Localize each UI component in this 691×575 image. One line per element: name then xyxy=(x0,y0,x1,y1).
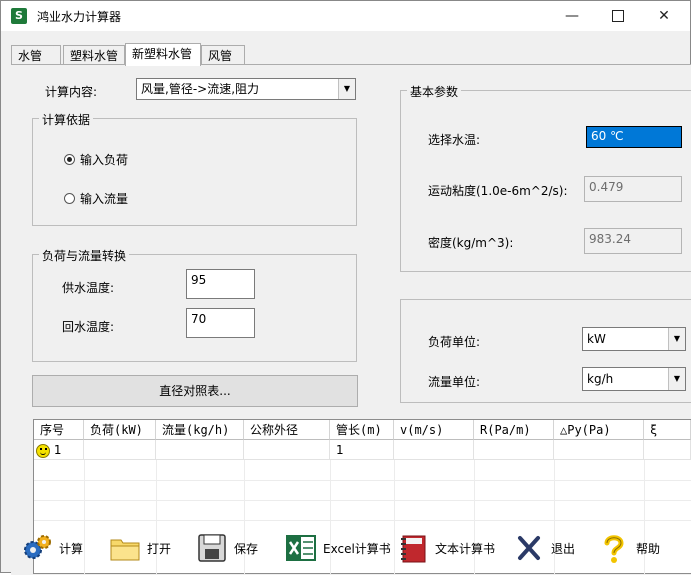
tab-new-plastic-pipe[interactable]: 新塑料水管 xyxy=(125,43,201,66)
exit-x-icon xyxy=(513,532,545,564)
chevron-down-icon[interactable]: ▼ xyxy=(668,368,685,390)
calc-button[interactable]: 计算 xyxy=(21,526,83,570)
save-button[interactable]: 保存 xyxy=(196,526,258,570)
col-header-resistance[interactable]: R(Pa/m) xyxy=(474,420,554,440)
smiley-icon xyxy=(36,443,50,458)
water-temp-label: 选择水温: xyxy=(428,133,481,147)
excel-report-button-label: Excel计算书 xyxy=(323,541,391,556)
title-bar: S 鸿业水力计算器 — ✕ xyxy=(1,1,690,31)
viscosity-label: 运动粘度(1.0e-6m^2/s): xyxy=(428,184,568,198)
flow-unit-value: kg/h xyxy=(587,372,614,386)
maximize-button[interactable] xyxy=(595,1,641,31)
save-button-label: 保存 xyxy=(234,541,259,556)
col-header-flow[interactable]: 流量(kg/h) xyxy=(156,420,244,440)
calc-content-label: 计算内容: xyxy=(45,85,98,99)
row-pressure-drop-cell[interactable] xyxy=(554,440,644,460)
open-button-label: 打开 xyxy=(147,541,172,556)
tab-air-duct[interactable]: 风管 xyxy=(201,45,245,65)
text-report-button[interactable]: 文本计算书 xyxy=(397,526,495,570)
close-button[interactable]: ✕ xyxy=(641,1,687,31)
excel-report-button[interactable]: Excel计算书 xyxy=(285,526,391,570)
notebook-icon xyxy=(397,532,429,564)
grid-line xyxy=(34,480,691,481)
return-temp-input[interactable]: 70 xyxy=(186,308,255,338)
minimize-icon: — xyxy=(565,8,579,24)
folder-icon xyxy=(109,532,141,564)
conversion-group-title: 负荷与流量转换 xyxy=(39,247,130,264)
radio-input-load[interactable] xyxy=(64,154,75,165)
app-window: S 鸿业水力计算器 — ✕ 水管 塑料水管 新塑料水管 风管 计算内容: 风量,… xyxy=(0,0,691,575)
units-group: 负荷单位: kW ▼ 流量单位: kg/h ▼ xyxy=(400,299,691,403)
radio-input-load-label[interactable]: 输入负荷 xyxy=(80,151,128,168)
bottom-toolbar: 计算 打开 保存 Excel计算书 文本计算书 退出 帮助 xyxy=(1,526,691,574)
help-question-icon xyxy=(598,532,630,564)
row-resistance-cell[interactable] xyxy=(474,440,554,460)
row-xi-cell[interactable] xyxy=(644,440,691,460)
col-header-pressure-drop[interactable]: △Py(Pa) xyxy=(554,420,644,440)
conversion-group: 负荷与流量转换 供水温度: 95 回水温度: 70 xyxy=(32,247,357,362)
water-temp-select[interactable]: 60 ℃ xyxy=(586,126,682,148)
flow-unit-select[interactable]: kg/h ▼ xyxy=(582,367,686,391)
excel-icon xyxy=(285,532,317,564)
flow-unit-label: 流量单位: xyxy=(428,375,481,389)
params-group: 基本参数 选择水温: 60 ℃ 运动粘度(1.0e-6m^2/s): 0.479… xyxy=(400,83,691,272)
tab-plastic-pipe[interactable]: 塑料水管 xyxy=(63,45,125,65)
app-icon: S xyxy=(11,8,27,24)
close-icon: ✕ xyxy=(658,8,670,24)
col-header-no[interactable]: 序号 xyxy=(34,420,84,440)
minimize-button[interactable]: — xyxy=(549,1,595,31)
open-button[interactable]: 打开 xyxy=(109,526,171,570)
gears-icon xyxy=(21,532,53,564)
calc-content-select[interactable]: 风量,管径->流速,阻力 ▼ xyxy=(136,78,356,100)
basis-group-title: 计算依据 xyxy=(39,111,94,128)
col-header-length[interactable]: 管长(m) xyxy=(330,420,394,440)
density-label: 密度(kg/m^3): xyxy=(428,236,514,250)
row-load-cell[interactable] xyxy=(84,440,156,460)
load-unit-value: kW xyxy=(587,332,606,346)
grid-line xyxy=(34,500,691,501)
row-length-cell[interactable]: 1 xyxy=(330,440,394,460)
table-row[interactable]: 1 xyxy=(34,440,84,460)
row-velocity-cell[interactable] xyxy=(394,440,474,460)
radio-input-flow[interactable] xyxy=(64,193,75,204)
diameter-table-button[interactable]: 直径对照表... xyxy=(32,375,358,407)
col-header-diameter[interactable]: 公称外径 xyxy=(244,420,330,440)
return-temp-label: 回水温度: xyxy=(62,320,115,334)
exit-button-label: 退出 xyxy=(551,541,576,556)
help-button[interactable]: 帮助 xyxy=(598,526,660,570)
chevron-down-icon[interactable]: ▼ xyxy=(338,79,355,99)
row-number-cell[interactable]: 1 xyxy=(54,443,62,457)
tab-water-pipe[interactable]: 水管 xyxy=(11,45,61,65)
supply-temp-input[interactable]: 95 xyxy=(186,269,255,299)
row-flow-cell[interactable] xyxy=(156,440,244,460)
viscosity-field: 0.479 xyxy=(584,176,682,202)
params-group-title: 基本参数 xyxy=(407,83,462,100)
exit-button[interactable]: 退出 xyxy=(513,526,575,570)
help-button-label: 帮助 xyxy=(636,541,661,556)
supply-temp-label: 供水温度: xyxy=(62,281,115,295)
load-unit-label: 负荷单位: xyxy=(428,335,481,349)
basis-group: 计算依据 输入负荷 输入流量 xyxy=(32,111,357,226)
text-report-button-label: 文本计算书 xyxy=(435,541,496,556)
density-field: 983.24 xyxy=(584,228,682,254)
calc-button-label: 计算 xyxy=(59,541,84,556)
radio-input-flow-label[interactable]: 输入流量 xyxy=(80,190,128,207)
col-header-xi[interactable]: ξ xyxy=(644,420,691,440)
floppy-disk-icon xyxy=(196,532,228,564)
col-header-velocity[interactable]: v(m/s) xyxy=(394,420,474,440)
row-diameter-cell[interactable] xyxy=(244,440,330,460)
grid-line xyxy=(34,520,691,521)
load-unit-select[interactable]: kW ▼ xyxy=(582,327,686,351)
col-header-load[interactable]: 负荷(kW) xyxy=(84,420,156,440)
chevron-down-icon[interactable]: ▼ xyxy=(668,328,685,350)
calc-content-value: 风量,管径->流速,阻力 xyxy=(141,82,260,96)
window-title: 鸿业水力计算器 xyxy=(37,10,122,24)
maximize-icon xyxy=(612,10,624,22)
